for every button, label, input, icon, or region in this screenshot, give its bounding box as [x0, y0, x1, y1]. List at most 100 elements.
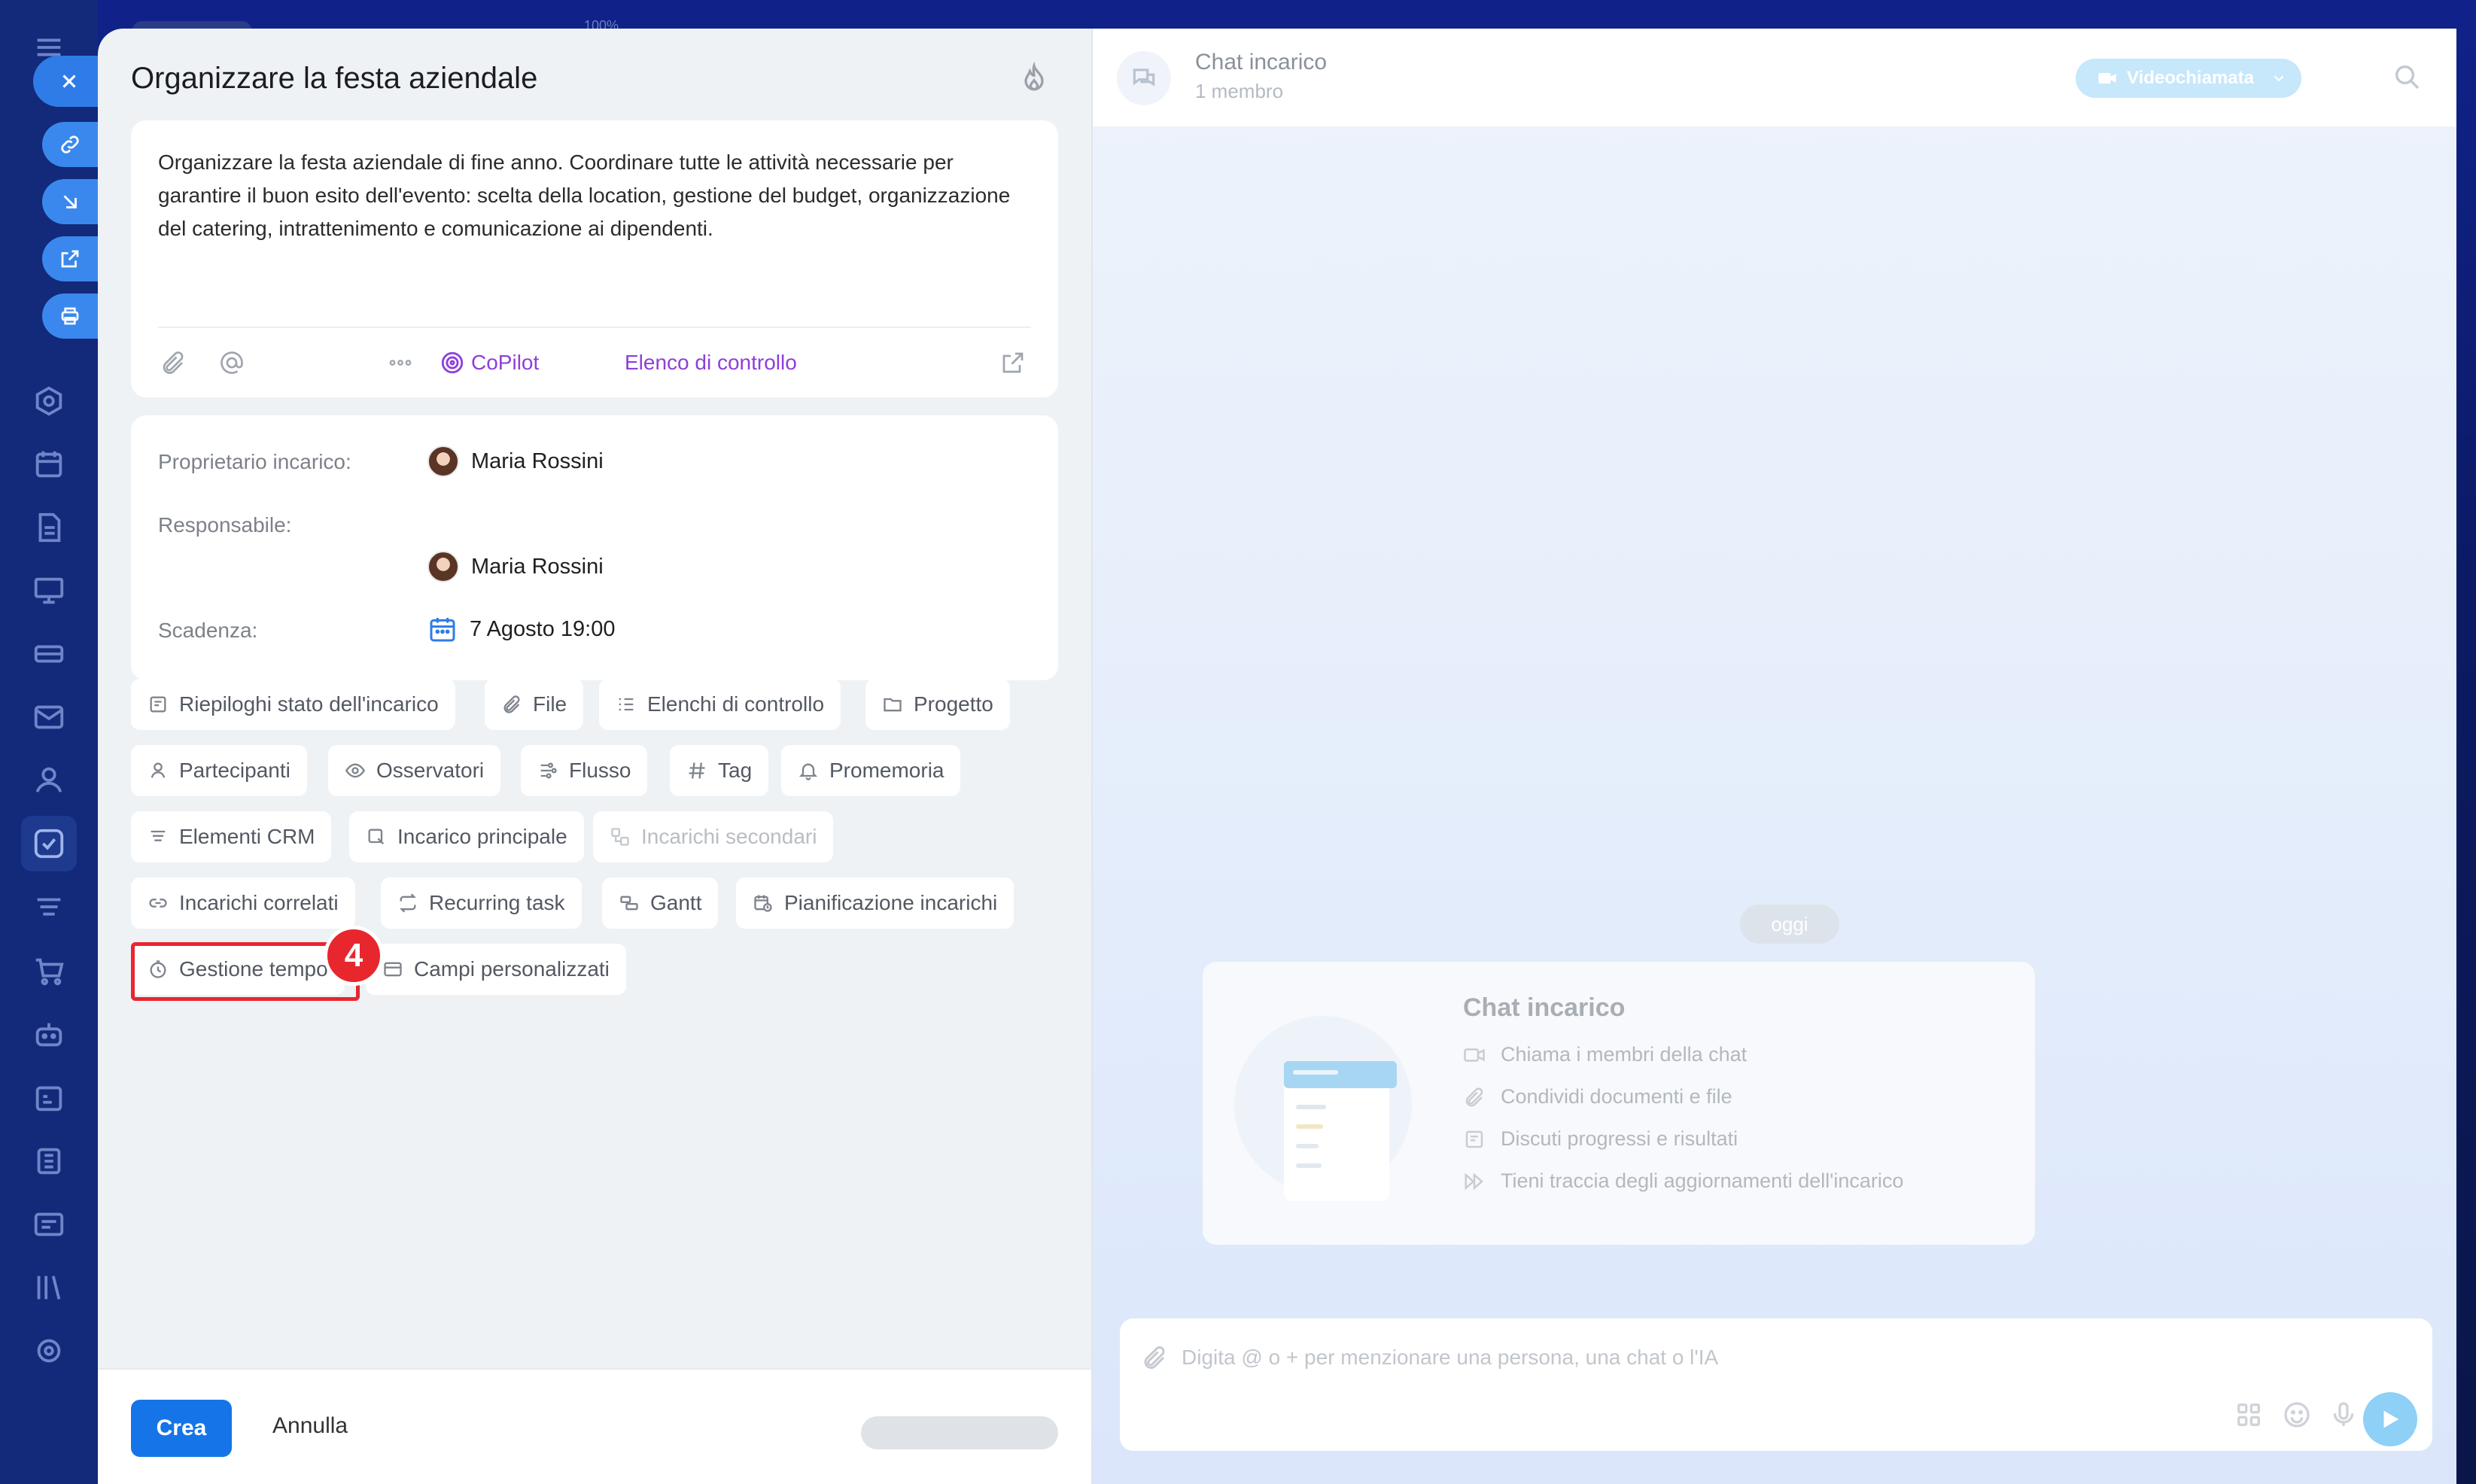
annotation-step-badge: 4 [324, 926, 384, 986]
hexagon-icon[interactable] [32, 384, 66, 418]
paperclip-icon [503, 695, 520, 713]
video-icon [2098, 73, 2116, 84]
chip-reminder[interactable]: Promemoria [781, 745, 961, 796]
robot-icon[interactable] [32, 1017, 66, 1052]
close-button[interactable] [33, 56, 105, 107]
link-icon [61, 135, 79, 154]
settings-icon[interactable] [32, 1333, 66, 1368]
deadline-label: Scadenza: [158, 619, 258, 642]
chat-header: Chat incarico 1 membro Videochiamata [1093, 29, 2456, 126]
schedule-icon[interactable] [32, 1081, 66, 1115]
chat-members-count[interactable]: 1 membro [1195, 80, 1283, 103]
apps-grid-icon[interactable] [2234, 1400, 2264, 1430]
filter-icon[interactable] [32, 891, 66, 926]
open-new-window-button[interactable] [42, 236, 105, 281]
checklist-button[interactable]: Elenco di controllo [625, 346, 797, 379]
cancel-button[interactable]: Annulla [272, 1413, 348, 1439]
microphone-icon[interactable] [2328, 1400, 2359, 1430]
chip-label: Incarichi correlati [179, 891, 339, 914]
card-icon[interactable] [32, 1207, 66, 1242]
chip-task-planning[interactable]: Pianificazione incarichi [736, 877, 1014, 929]
users-icon[interactable] [32, 763, 66, 798]
chat-bubble-icon [1465, 1130, 1483, 1148]
external-link-icon [1002, 352, 1024, 373]
flame-icon[interactable] [1017, 62, 1051, 95]
chip-files[interactable]: File [485, 679, 584, 730]
message-input-box[interactable]: Digita @ o + per menzionare una persona,… [1120, 1318, 2432, 1451]
send-button[interactable] [2363, 1392, 2417, 1446]
chevron-down-icon[interactable] [2271, 70, 2287, 87]
person-icon [151, 762, 166, 778]
eye-icon [345, 763, 366, 778]
search-icon[interactable] [2392, 62, 2422, 92]
copilot-button[interactable]: CoPilot [440, 346, 539, 379]
chip-gantt[interactable]: Gantt [602, 877, 719, 929]
tasks-icon[interactable] [21, 816, 77, 871]
chip-tag[interactable]: Tag [670, 745, 769, 796]
library-icon[interactable] [32, 1270, 66, 1305]
video-call-button[interactable]: Videochiamata [2076, 59, 2301, 98]
emoji-icon[interactable] [2282, 1400, 2312, 1430]
chip-flow[interactable]: Flusso [521, 745, 648, 796]
deadline-value[interactable]: 7 Agosto 19:00 [427, 614, 616, 644]
chip-crm-elements[interactable]: Elementi CRM [131, 811, 332, 862]
intro-item: Condividi documenti e file [1463, 1085, 1732, 1108]
more-dots-icon [389, 360, 412, 366]
more-button[interactable] [387, 346, 414, 379]
description-text[interactable]: Organizzare la festa aziendale di fine a… [158, 146, 1031, 245]
chip-related-tasks[interactable]: Incarichi correlati [131, 877, 355, 929]
drive-icon[interactable] [32, 637, 66, 671]
chip-subtasks[interactable]: Incarichi secondari [593, 811, 834, 862]
task-fields-card: Proprietario incarico: Maria Rossini Res… [131, 415, 1058, 680]
task-chat-panel: Chat incarico 1 membro Videochiamata ogg… [1091, 29, 2456, 1484]
chat-intro-card: Chat incarico Chiama i membri della chat… [1203, 962, 2035, 1245]
minimize-button[interactable] [42, 179, 105, 224]
folder-icon [884, 698, 902, 712]
chip-observers[interactable]: Osservatori [328, 745, 501, 796]
expand-editor-button[interactable] [999, 346, 1027, 379]
responsible-value[interactable]: Maria Rossini [427, 551, 604, 582]
create-button[interactable]: Crea [131, 1400, 232, 1457]
subtask-icon [611, 828, 629, 846]
chip-label: Progetto [914, 692, 993, 716]
cart-icon[interactable] [32, 954, 66, 989]
chip-status-summaries[interactable]: Riepiloghi stato dell'incarico [131, 679, 455, 730]
task-title[interactable]: Organizzare la festa aziendale [131, 62, 537, 96]
print-button[interactable] [42, 293, 105, 339]
chip-label: Recurring task [429, 891, 565, 914]
task-form-panel: Organizzare la festa aziendale Organizza… [98, 29, 1091, 1484]
calendar-icon[interactable] [32, 447, 66, 482]
chip-label: Incarico principale [397, 825, 567, 848]
intro-item: Tieni traccia degli aggiornamenti dell'i… [1463, 1169, 1903, 1193]
chip-label: Gantt [650, 891, 702, 914]
chip-participants[interactable]: Partecipanti [131, 745, 307, 796]
paperclip-icon [163, 351, 184, 374]
owner-value[interactable]: Maria Rossini [427, 446, 604, 477]
message-input-placeholder[interactable]: Digita @ o + per menzionare una persona,… [1182, 1346, 1718, 1370]
hash-icon [689, 762, 705, 779]
description-card: Organizzare la festa aziendale di fine a… [131, 120, 1058, 397]
chip-recurring-task[interactable]: Recurring task [381, 877, 582, 929]
building-icon[interactable] [32, 1144, 66, 1178]
chip-project[interactable]: Progetto [865, 679, 1010, 730]
copy-link-button[interactable] [42, 122, 105, 167]
chip-custom-fields[interactable]: Campi personalizzati [366, 944, 626, 995]
presentation-icon[interactable] [32, 573, 66, 608]
chat-avatar [1117, 51, 1171, 105]
close-icon [62, 75, 76, 88]
external-link-icon [61, 250, 79, 268]
copilot-icon [441, 351, 464, 374]
paperclip-icon[interactable] [1141, 1344, 1168, 1371]
mention-button[interactable] [218, 346, 245, 379]
fast-forward-icon [1465, 1172, 1483, 1191]
document-icon[interactable] [32, 510, 66, 545]
link-icon [149, 899, 167, 908]
avatar [427, 446, 459, 477]
chip-checklists[interactable]: Elenchi di controllo [599, 679, 841, 730]
attach-button[interactable] [160, 346, 187, 379]
mail-icon[interactable] [32, 700, 66, 734]
avatar [427, 551, 459, 582]
intro-item-label: Discuti progressi e risultati [1501, 1127, 1738, 1150]
flow-icon [540, 762, 557, 779]
chip-parent-task[interactable]: Incarico principale [349, 811, 584, 862]
